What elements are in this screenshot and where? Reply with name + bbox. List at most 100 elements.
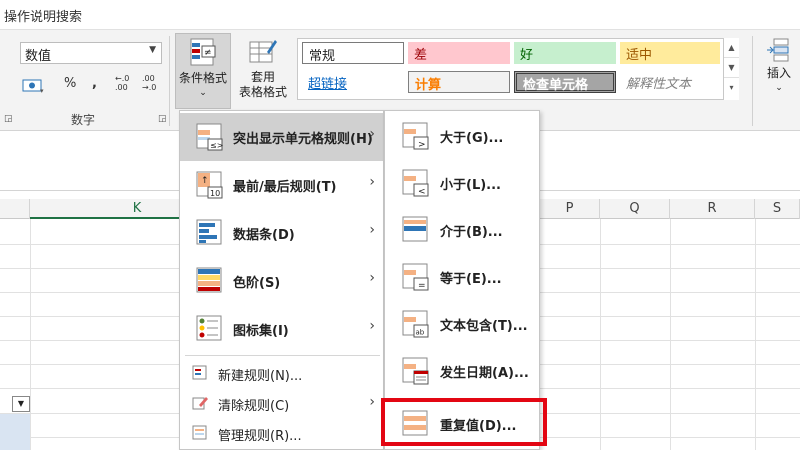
format-as-table-icon [249,40,277,63]
grid-line [755,219,756,450]
column-header-p[interactable]: P [540,199,600,219]
increase-decimal-label: ←.0 .00 [115,74,130,92]
menu-item-highlight-cells-rules[interactable]: ≤> 突出显示单元格规则(H) › [180,113,383,161]
data-bars-label: 数据条(D) [233,228,295,243]
column-header-r[interactable]: R [670,199,755,219]
menu-item-data-bars[interactable]: 数据条(D) › [180,209,383,257]
submenu-item-between[interactable]: 介于(B)... [385,207,539,253]
menu-item-icon-sets[interactable]: 图标集(I) › [180,305,383,353]
more-styles-icon[interactable]: ▾ [724,78,739,98]
scroll-up-icon[interactable]: ▲ [724,38,739,58]
column-header-s[interactable]: S [755,199,800,219]
menu-item-new-rule[interactable]: 新建规则(N)... [180,358,383,388]
svg-text:≤>: ≤> [210,141,223,150]
group-divider [752,36,753,126]
scroll-down-icon[interactable]: ▼ [724,58,739,78]
currency-icon: ▾ [22,79,44,95]
menu-item-top-bottom-rules[interactable]: ↑ 10 最前/最后规则(T) › [180,161,383,209]
submenu-item-equal-to[interactable]: = 等于(E)... [385,254,539,300]
dialog-launcher-icon[interactable]: ◲ [4,114,13,124]
grid-line [30,219,31,450]
chevron-right-icon: › [369,174,375,190]
tell-me-search[interactable]: 操作说明搜索 [4,6,82,25]
less-than-label: 小于(L)... [440,178,501,193]
submenu-item-less-than[interactable]: < 小于(L)... [385,160,539,206]
cell-styles-gallery: 常规 差 好 适中 超链接 计算 检查单元格 解释性文本 [297,38,739,100]
chevron-right-icon: › [369,318,375,334]
format-as-table-label-2: 表格格式 [238,85,287,99]
decrease-decimal-label: .00 →.0 [142,74,157,92]
menu-item-color-scales[interactable]: 色阶(S) › [180,257,383,305]
chevron-right-icon: › [369,126,375,142]
clear-rules-label: 清除规则(C) [218,399,290,414]
style-good[interactable]: 好 [514,42,616,64]
number-group-label: 数字 [71,113,96,127]
svg-text:≠: ≠ [204,48,212,58]
svg-text:↑: ↑ [201,176,209,186]
svg-text:10: 10 [210,189,220,198]
conditional-formatting-button[interactable]: ≠ 条件格式 ⌄ [175,33,231,109]
format-as-table-label-1: 套用 [250,70,275,84]
submenu-item-greater-than[interactable]: > 大于(G)... [385,113,539,159]
style-bad[interactable]: 差 [408,42,510,64]
less-than-icon: < [402,169,429,197]
top-bar: 操作说明搜索 [0,0,800,30]
date-occurring-label: 发生日期(A)... [440,366,529,381]
styles-scroller: ▲ ▼ ▾ [723,38,739,100]
conditional-formatting-menu: ≤> 突出显示单元格规则(H) › ↑ 10 最前/最后规则(T) › 数据条(… [179,110,384,450]
greater-than-label: 大于(G)... [440,131,504,146]
increase-decimal-button[interactable]: ←.0 .00 [115,74,129,92]
between-icon [402,216,428,242]
insert-label: 插入 [766,66,791,80]
svg-text:ab: ab [416,329,425,337]
highlight-cells-rules-label: 突出显示单元格规则(H) [233,132,373,147]
chevron-right-icon: › [369,394,375,410]
color-scales-label: 色阶(S) [233,276,281,291]
date-occurring-icon [402,357,429,385]
color-scales-icon [196,267,222,293]
text-contains-icon: ab [402,310,429,338]
number-format-value: 数值 [25,49,52,64]
new-rule-label: 新建规则(N)... [218,369,303,384]
style-explanatory[interactable]: 解释性文本 [620,71,720,93]
insert-cells-icon [767,38,789,62]
style-normal[interactable]: 常规 [302,42,404,64]
chevron-right-icon: › [369,270,375,286]
menu-separator [185,355,380,356]
chevron-down-icon: ⌄ [775,83,783,93]
data-bars-icon [196,219,222,245]
column-header-q[interactable]: Q [600,199,670,219]
decrease-decimal-button[interactable]: .00 →.0 [142,74,156,92]
format-as-table-button[interactable]: 套用 表格格式 [233,33,293,109]
text-contains-label: 文本包含(T)... [440,319,528,334]
highlight-rules-icon: ≤> [196,123,223,151]
style-neutral[interactable]: 适中 [620,42,720,64]
clear-rules-icon [192,397,208,410]
conditional-formatting-icon: ≠ [190,38,216,66]
conditional-formatting-label: 条件格式 [178,71,227,85]
comma-button[interactable]: , [92,76,97,91]
top-bottom-icon: ↑ 10 [196,171,223,199]
style-hyperlink[interactable]: 超链接 [302,71,404,93]
style-check-cell[interactable]: 检查单元格 [514,71,616,93]
number-format-select[interactable]: 数值 ▼ [20,42,162,64]
submenu-item-date-occurring[interactable]: 发生日期(A)... [385,348,539,394]
style-calculation[interactable]: 计算 [408,71,510,93]
chevron-right-icon: › [369,222,375,238]
insert-button[interactable]: 插入 ⌄ [760,36,798,106]
percent-button[interactable]: % [64,76,76,91]
row-header-corner [0,199,30,219]
menu-item-manage-rules[interactable]: 管理规则(R)... [180,418,383,448]
icon-sets-label: 图标集(I) [233,324,289,339]
svg-text:=: = [418,281,426,291]
svg-text:▾: ▾ [40,87,44,94]
submenu-item-text-contains[interactable]: ab 文本包含(T)... [385,301,539,347]
filter-dropdown-icon[interactable]: ▼ [12,396,30,412]
currency-button[interactable]: ▾ [22,76,46,98]
selected-cell[interactable] [0,414,30,450]
manage-rules-label: 管理规则(R)... [218,429,302,444]
chevron-down-icon: ▼ [149,45,156,55]
menu-item-clear-rules[interactable]: 清除规则(C) › [180,388,383,418]
number-dialog-launcher-icon[interactable]: ◲ [158,114,167,124]
icon-sets-icon [196,315,222,341]
